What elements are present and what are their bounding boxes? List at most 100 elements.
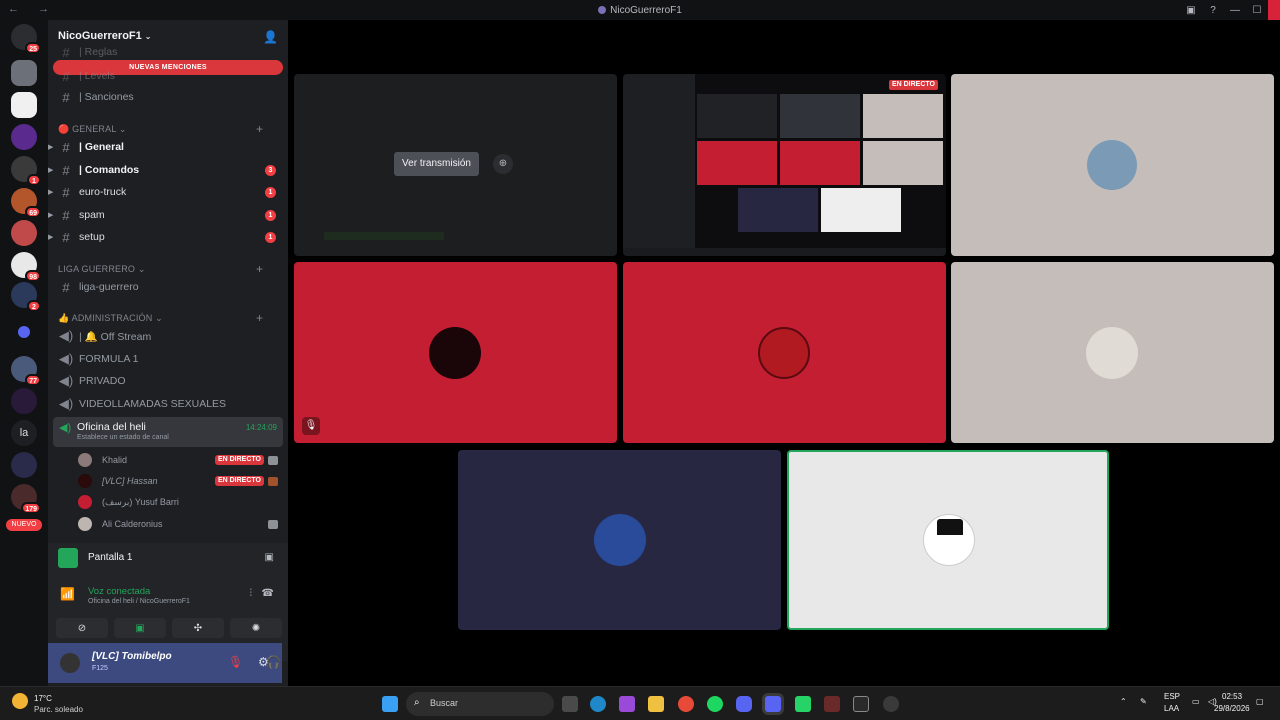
server-icon[interactable]	[11, 220, 37, 246]
minimize-button[interactable]: —	[1224, 0, 1246, 20]
add-channel-icon[interactable]: +	[256, 262, 263, 276]
weather-icon[interactable]	[12, 693, 28, 709]
screen-share-button[interactable]: ▣	[114, 618, 166, 638]
task-view-icon[interactable]	[562, 696, 578, 712]
f1-game-icon[interactable]	[824, 696, 840, 712]
popout-icon[interactable]: ⊕	[493, 154, 513, 174]
stream-preview-sidebar	[623, 74, 695, 256]
search-input[interactable]: ⌕ Buscar	[406, 692, 554, 716]
camera-off-button[interactable]: ⊘	[56, 618, 108, 638]
stream-tile-live[interactable]: EN DIRECTO	[623, 74, 946, 256]
folder-icon[interactable]	[18, 326, 30, 338]
spotify-icon[interactable]	[707, 696, 723, 712]
network-icon[interactable]: ▭	[1192, 697, 1200, 706]
screen-share-icon	[58, 548, 78, 568]
add-channel-icon[interactable]: +	[256, 122, 263, 136]
search-icon: ⌕	[414, 697, 420, 708]
chrome-icon[interactable]	[678, 696, 694, 712]
help-icon[interactable]: ?	[1202, 0, 1224, 20]
voice-user[interactable]: Ali Calderonius	[78, 514, 278, 534]
channel-sanciones[interactable]: # | Sanciones	[56, 87, 282, 107]
server-icon[interactable]	[11, 388, 37, 414]
voice-channel[interactable]: ◀) VIDEOLLAMADAS SEXUALES	[56, 394, 282, 414]
avatar	[1086, 327, 1138, 379]
window-title: NicoGuerreroF1	[0, 5, 1280, 16]
category-general[interactable]: 🔴 GENERAL ⌄ +	[58, 122, 263, 136]
user-panel: [VLC] Tomibelpo F125 🎙 🎧 ⚙	[48, 643, 282, 683]
server-icon[interactable]: 1	[11, 156, 41, 186]
stop-stream-icon[interactable]: ▣	[265, 552, 274, 563]
voice-channel[interactable]: ◀) PRIVADO	[56, 371, 282, 391]
copilot-icon[interactable]	[619, 696, 635, 712]
server-icon[interactable]	[11, 60, 37, 86]
pen-icon[interactable]: ✎	[1140, 697, 1147, 706]
direct-messages-icon[interactable]: 25	[11, 24, 41, 54]
discord-icon[interactable]	[736, 696, 752, 712]
new-unreads-pill[interactable]: NUEVO	[6, 519, 42, 531]
channel-levels[interactable]: # | Levels	[56, 66, 282, 86]
file-explorer-icon[interactable]	[648, 696, 664, 712]
chevron-up-icon[interactable]: ⌃	[1120, 697, 1127, 706]
soundboard-button[interactable]: ✺	[230, 618, 282, 638]
channel-setup[interactable]: ▶ # setup 1	[48, 227, 282, 247]
watch-stream-button[interactable]: Ver transmisión	[394, 152, 479, 176]
category-liga[interactable]: LIGA GUERRERO ⌄ +	[58, 262, 263, 276]
close-button[interactable]	[1268, 0, 1280, 20]
maximize-button[interactable]: ☐	[1246, 0, 1268, 20]
voice-channel[interactable]: ◀) | 🔔 Off Stream	[56, 326, 282, 346]
server-icon[interactable]: 2	[11, 282, 41, 312]
participant-tile[interactable]	[951, 262, 1274, 443]
noise-suppression-icon[interactable]: ⫶	[250, 588, 253, 599]
mic-muted-icon[interactable]: 🎙	[228, 655, 243, 669]
channel-liga-guerrero[interactable]: # liga-guerrero	[56, 277, 282, 297]
channel-comandos[interactable]: ▶ # | Comandos 3	[48, 160, 282, 180]
inbox-icon[interactable]: ▣	[1180, 0, 1202, 20]
server-icon[interactable]	[11, 124, 37, 150]
voice-user[interactable]: (برسف) Yusuf Barri	[78, 492, 278, 512]
category-admin[interactable]: 👍 ADMINISTRACIÓN ⌄ +	[58, 311, 263, 325]
participant-tile[interactable]	[951, 74, 1274, 256]
channel-general[interactable]: ▶ # | General	[48, 137, 282, 157]
active-voice-channel[interactable]: ◀) Oficina del heli Establece un estado …	[53, 417, 283, 447]
channel-spam[interactable]: ▶ # spam 1	[48, 205, 282, 225]
activities-button[interactable]: ✣	[172, 618, 224, 638]
disconnect-icon[interactable]: ☎	[262, 588, 274, 599]
settings-icon[interactable]: ⚙	[258, 655, 269, 669]
server-icon[interactable]: 69	[11, 188, 41, 218]
voice-user[interactable]: Khalid EN DIRECTO	[78, 450, 278, 470]
voice-channel[interactable]: ◀) FORMULA 1	[56, 349, 282, 369]
avatar[interactable]	[60, 653, 80, 673]
live-badge: EN DIRECTO	[888, 80, 938, 90]
server-icon-la[interactable]: la	[11, 420, 37, 446]
server-icon[interactable]: 98	[11, 252, 41, 282]
screen-icon	[268, 519, 278, 529]
mic-muted-icon: 🎙	[302, 417, 320, 435]
language-indicator[interactable]: ESP	[1164, 692, 1180, 701]
voice-user[interactable]: [VLC] Hassan EN DIRECTO	[78, 471, 278, 491]
steam-icon[interactable]	[853, 696, 869, 712]
edge-icon[interactable]	[590, 696, 606, 712]
avatar	[78, 517, 92, 531]
participant-tile-speaking[interactable]	[787, 450, 1109, 630]
add-channel-icon[interactable]: +	[256, 311, 263, 325]
app-icon	[598, 6, 607, 14]
screen-icon	[268, 455, 278, 465]
participant-tile[interactable]	[458, 450, 781, 630]
speaker-icon: ◀)	[59, 422, 72, 434]
channel-reglas[interactable]: # | Reglas	[56, 42, 282, 62]
server-icon[interactable]: 77	[11, 356, 41, 386]
discord-active-icon[interactable]	[765, 696, 781, 712]
channel-euro-truck[interactable]: ▶ # euro-truck 1	[48, 182, 282, 202]
server-icon[interactable]	[11, 452, 37, 478]
whatsapp-icon[interactable]	[795, 696, 811, 712]
settings-icon[interactable]	[883, 696, 899, 712]
avatar	[78, 474, 92, 488]
participant-tile[interactable]	[623, 262, 946, 443]
participant-tile[interactable]: 🎙	[294, 262, 617, 443]
notifications-icon[interactable]: ▢	[1256, 697, 1264, 706]
start-icon[interactable]	[382, 696, 398, 712]
server-icon[interactable]: 179	[11, 484, 41, 514]
clock[interactable]: 02:53	[1222, 692, 1242, 701]
stream-tile-hidden[interactable]: Ver transmisión ⊕	[294, 74, 617, 256]
server-icon[interactable]	[11, 92, 37, 118]
